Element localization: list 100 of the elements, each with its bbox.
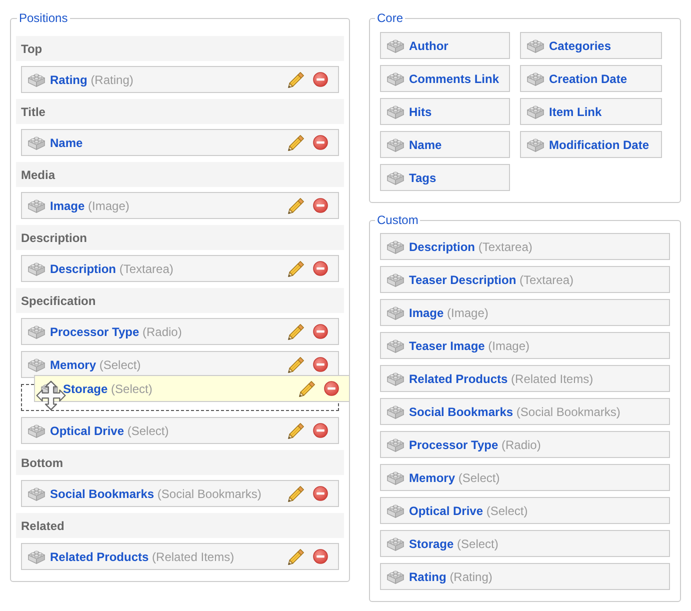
position-header: Title xyxy=(16,99,344,124)
brick-icon xyxy=(387,272,404,287)
element-row[interactable]: Social Bookmarks (Social Bookmarks) xyxy=(21,480,339,507)
element-row[interactable]: Comments Link xyxy=(380,65,510,92)
element-name: Description xyxy=(50,262,116,276)
element-row[interactable]: Item Link xyxy=(520,98,662,125)
brick-icon xyxy=(527,104,544,119)
element-type: (Textarea) xyxy=(478,240,532,254)
element-type: (Radio) xyxy=(142,324,182,338)
position-header: Related xyxy=(16,513,344,538)
brick-icon xyxy=(387,437,404,452)
brick-icon xyxy=(387,569,404,584)
element-name: Modification Date xyxy=(549,138,650,152)
minus-circle-icon[interactable] xyxy=(313,357,328,372)
element-name: Optical Drive xyxy=(409,504,484,518)
element-type: (Rating) xyxy=(450,570,492,584)
element-type: (Image) xyxy=(488,338,530,352)
element-row[interactable]: Description (Textarea) xyxy=(21,255,339,282)
minus-circle-icon[interactable] xyxy=(313,423,328,438)
element-name: Related Products xyxy=(409,372,508,386)
element-row[interactable]: Memory (Select) xyxy=(380,464,670,491)
element-name: Comments Link xyxy=(409,72,500,86)
element-row[interactable]: Categories xyxy=(520,32,662,59)
element-row[interactable]: Tags xyxy=(380,164,510,191)
element-row[interactable]: Author xyxy=(380,32,510,59)
element-row[interactable]: Description (Textarea) xyxy=(380,233,670,260)
element-type: (Select) xyxy=(458,470,500,484)
brick-icon xyxy=(28,549,45,564)
brick-icon xyxy=(387,338,404,353)
minus-circle-icon[interactable] xyxy=(313,198,328,213)
element-name: Rating xyxy=(50,72,88,86)
element-type: (Related Items) xyxy=(152,550,234,564)
element-name: Name xyxy=(50,136,83,150)
brick-icon xyxy=(28,486,45,501)
brick-icon xyxy=(387,239,404,254)
element-row[interactable]: Teaser Image (Image) xyxy=(380,332,670,359)
brick-icon xyxy=(28,72,45,87)
element-name: Storage xyxy=(409,536,454,550)
element-row[interactable]: Modification Date xyxy=(520,131,662,158)
brick-icon xyxy=(387,137,404,152)
minus-circle-icon[interactable] xyxy=(313,549,328,564)
element-name: Storage xyxy=(63,382,108,396)
element-row[interactable]: Rating (Rating) xyxy=(380,563,670,590)
element-type: (Select) xyxy=(111,382,152,396)
brick-icon xyxy=(387,170,404,185)
element-type: (Social Bookmarks) xyxy=(157,486,262,500)
element-row[interactable]: Teaser Description (Textarea) xyxy=(380,266,670,293)
element-row[interactable]: Name xyxy=(380,131,510,158)
position-header: Description xyxy=(16,225,344,250)
element-row[interactable]: Name xyxy=(21,129,339,156)
position-header: Media xyxy=(16,162,344,187)
brick-icon xyxy=(527,38,544,53)
element-type: (Select) xyxy=(127,424,169,438)
element-row[interactable]: Creation Date xyxy=(520,65,662,92)
element-name: Description xyxy=(409,240,476,254)
element-name: Item Link xyxy=(549,104,602,118)
element-row[interactable]: Related Products (Related Items) xyxy=(380,365,670,392)
element-row[interactable]: Storage (Select) xyxy=(380,530,670,557)
element-row[interactable]: Processor Type (Radio) xyxy=(21,318,339,345)
brick-icon xyxy=(387,503,404,518)
minus-circle-icon[interactable] xyxy=(313,72,328,87)
element-row[interactable]: Related Products (Related Items) xyxy=(21,543,339,570)
element-row[interactable]: Processor Type (Radio) xyxy=(380,431,670,458)
position-header: Top xyxy=(16,36,344,61)
element-name: Teaser Image xyxy=(409,338,485,352)
element-row[interactable]: Rating (Rating) xyxy=(21,66,339,93)
element-name: Optical Drive xyxy=(50,424,124,438)
minus-circle-icon[interactable] xyxy=(313,135,328,150)
element-type: (Social Bookmarks) xyxy=(516,404,620,418)
element-name: Author xyxy=(409,38,448,52)
minus-circle-icon[interactable] xyxy=(313,324,328,339)
element-name: Processor Type xyxy=(50,324,140,338)
minus-circle-icon[interactable] xyxy=(324,381,339,396)
element-name: Name xyxy=(409,138,442,152)
brick-icon xyxy=(28,357,45,372)
element-name: Hits xyxy=(409,104,432,118)
brick-icon xyxy=(28,261,45,276)
element-row[interactable]: Image (Image) xyxy=(380,299,670,326)
element-row[interactable]: Hits xyxy=(380,98,510,125)
element-row[interactable]: Social Bookmarks (Social Bookmarks) xyxy=(380,398,670,425)
minus-circle-icon[interactable] xyxy=(313,486,328,501)
element-row[interactable]: Optical Drive (Select) xyxy=(380,497,670,524)
element-type: (Textarea) xyxy=(520,272,574,286)
element-row[interactable]: Image (Image) xyxy=(21,192,339,219)
element-row[interactable]: Optical Drive (Select) xyxy=(21,417,339,444)
brick-icon xyxy=(527,71,544,86)
brick-icon xyxy=(387,38,404,53)
brick-icon xyxy=(387,71,404,86)
brick-icon xyxy=(527,137,544,152)
element-name: Teaser Description xyxy=(409,272,516,286)
brick-icon xyxy=(387,305,404,320)
element-type: (Image) xyxy=(447,306,488,320)
element-type: (Image) xyxy=(88,198,130,212)
element-name: Categories xyxy=(549,38,612,52)
element-name: Tags xyxy=(409,170,436,184)
panel-title: Custom xyxy=(376,213,420,227)
element-type: (Related Items) xyxy=(511,372,594,386)
element-name: Memory xyxy=(50,358,96,372)
minus-circle-icon[interactable] xyxy=(313,261,328,276)
position-header: Bottom xyxy=(16,450,344,475)
